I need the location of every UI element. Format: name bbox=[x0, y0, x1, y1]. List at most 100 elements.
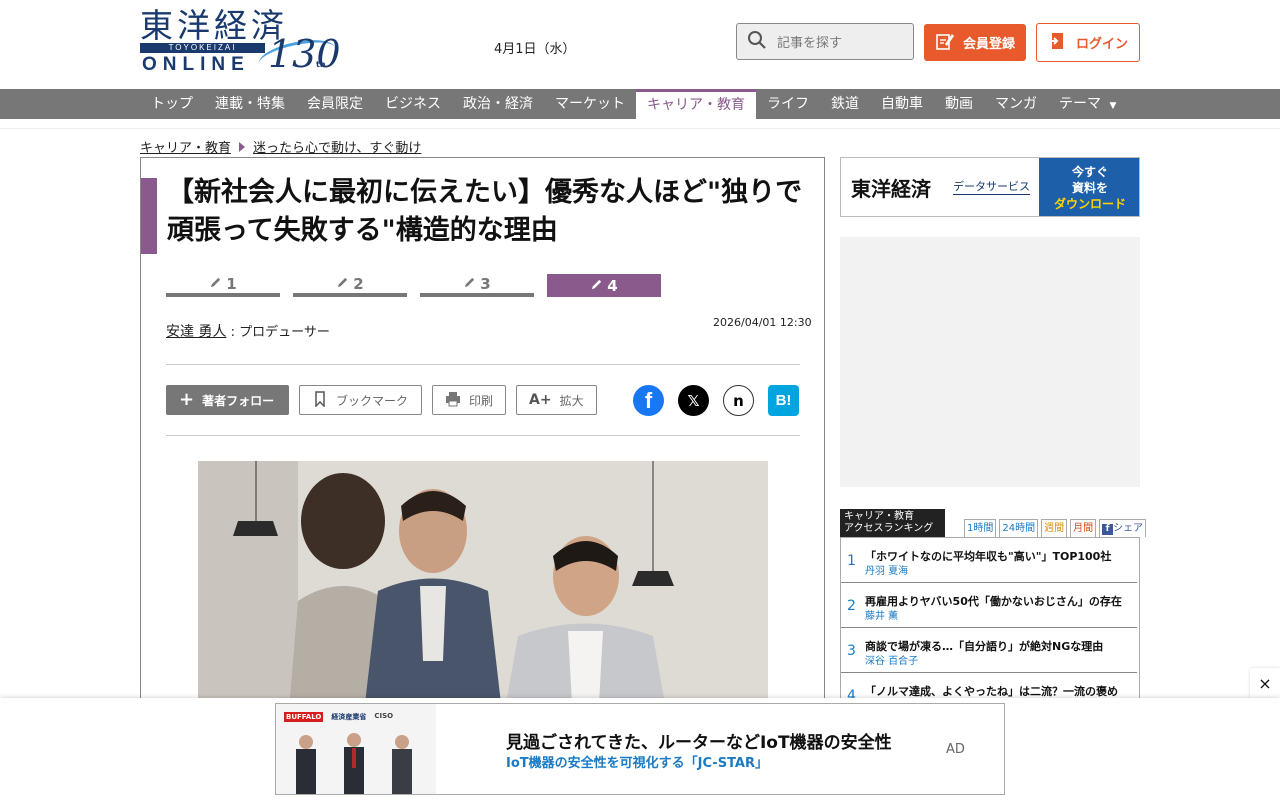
logo-anniversary-suffix: th bbox=[316, 60, 326, 69]
ad-subheadline: IoT機器の安全性を可視化する「JC-STAR」 bbox=[506, 756, 768, 771]
ranking-title: 再雇用よりヤバい50代「働かないおじさん」の存在 bbox=[865, 595, 1122, 608]
page-tabs: 1 2 3 4 bbox=[166, 274, 661, 297]
printer-icon bbox=[445, 391, 461, 410]
banner-cta-line1: 今すぐ bbox=[1071, 165, 1108, 179]
nav-item-railway[interactable]: 鉄道 bbox=[820, 89, 870, 119]
nav-item-career[interactable]: キャリア・教育 bbox=[636, 89, 756, 119]
nav-item-top[interactable]: トップ bbox=[140, 89, 204, 119]
page-tab-label: 4 bbox=[607, 276, 618, 295]
breadcrumb: キャリア・教育 迷ったら心で動け、すぐ動け bbox=[140, 137, 421, 156]
nav-item-life[interactable]: ライフ bbox=[756, 89, 820, 119]
ranking-number: 3 bbox=[847, 643, 856, 659]
zoom-button[interactable]: A+ 拡大 bbox=[516, 385, 597, 415]
article-title: 【新社会人に最初に伝えたい】優秀な人ほど"独りで頑張って失敗する"構造的な理由 bbox=[167, 177, 803, 246]
article-actions: + 著者フォロー ブックマーク 印刷 A+ 拡大 bbox=[166, 385, 597, 415]
ranking-tab-monthly[interactable]: 月間 bbox=[1070, 519, 1097, 537]
page-tab-1[interactable]: 1 bbox=[166, 274, 280, 297]
logo-strip: TOYOKEIZAI bbox=[140, 43, 265, 53]
follow-label: 著者フォロー bbox=[202, 393, 275, 408]
article-container: 【新社会人に最初に伝えたい】優秀な人ほど"独りで頑張って失敗する"構造的な理由 … bbox=[140, 157, 825, 717]
ranking-tab-share-label: シェア bbox=[1113, 523, 1144, 534]
nav-item-manga[interactable]: マンガ bbox=[984, 89, 1048, 119]
divider bbox=[166, 364, 800, 365]
nav-item-business[interactable]: ビジネス bbox=[374, 89, 452, 119]
print-label: 印刷 bbox=[469, 393, 494, 408]
register-button[interactable]: 会員登録 bbox=[924, 24, 1026, 61]
ad-image: BUFFALO 経済産業省 CISO bbox=[276, 704, 436, 794]
ranking-heading-line2: アクセスランキング bbox=[844, 523, 934, 534]
nav-item-video[interactable]: 動画 bbox=[934, 89, 984, 119]
site-header: 東洋経済 TOYOKEIZAI ONLINE 130 th 4月1日（水） 記事… bbox=[0, 0, 1280, 89]
bookmark-label: ブックマーク bbox=[336, 393, 409, 408]
ranking-author: 藤井 薫 bbox=[865, 611, 899, 622]
print-button[interactable]: 印刷 bbox=[432, 385, 507, 415]
author-name[interactable]: 安達 勇人 bbox=[166, 324, 226, 340]
hatena-bookmark-button[interactable]: B! bbox=[768, 385, 799, 416]
page-tab-2[interactable]: 2 bbox=[293, 274, 407, 297]
search-icon bbox=[747, 30, 767, 54]
ranking-tab-weekly[interactable]: 週間 bbox=[1041, 519, 1068, 537]
note-share-button[interactable]: n bbox=[723, 385, 754, 416]
facebook-icon: f bbox=[1102, 524, 1114, 535]
nav-item-politics[interactable]: 政治・経済 bbox=[452, 89, 544, 119]
banner-logo: 東洋経済 bbox=[851, 177, 931, 201]
bottom-ad[interactable]: BUFFALO 経済産業省 CISO 見過ごされてきた、ルーターなどIoT機器の… bbox=[275, 703, 1005, 795]
site-logo[interactable]: 東洋経済 TOYOKEIZAI ONLINE 130 th bbox=[140, 8, 341, 80]
ranking-item[interactable]: 3 商談で場が凍る…「自分語り」が絶対NGな理由 深谷 百合子 bbox=[841, 628, 1137, 673]
ranking-tab-24h[interactable]: 24時間 bbox=[999, 519, 1039, 537]
page-tab-4[interactable]: 4 bbox=[547, 274, 661, 297]
ad-headline: 見過ごされてきた、ルーターなどIoT機器の安全性 bbox=[506, 733, 892, 753]
pencil-icon bbox=[590, 277, 603, 295]
article-photo bbox=[198, 461, 768, 717]
ad-label: AD bbox=[946, 742, 965, 757]
nav-item-theme-label: テーマ bbox=[1059, 96, 1101, 112]
x-share-button[interactable]: 𝕏 bbox=[678, 385, 709, 416]
close-ad-button[interactable]: × bbox=[1250, 668, 1280, 698]
plus-icon: + bbox=[179, 389, 195, 410]
share-buttons: f 𝕏 n B! bbox=[633, 385, 799, 416]
nav-item-market[interactable]: マーケット bbox=[544, 89, 636, 119]
facebook-share-button[interactable]: f bbox=[633, 385, 664, 416]
logo-online: ONLINE bbox=[142, 54, 250, 75]
nav-item-theme[interactable]: テーマ ▼ bbox=[1048, 89, 1127, 119]
ranking-tab-1h[interactable]: 1時間 bbox=[964, 519, 997, 537]
ranking-list: 1 「ホワイトなのに平均年収も"高い"」TOP100社 丹羽 夏海 2 再雇用よ… bbox=[840, 537, 1140, 707]
ranking-author: 深谷 百合子 bbox=[865, 656, 919, 667]
bookmark-icon bbox=[312, 390, 328, 410]
page-tab-label: 3 bbox=[480, 274, 491, 293]
data-service-banner[interactable]: 東洋経済 データサービス 今すぐ 資料を ダウンロード bbox=[840, 157, 1140, 217]
ranking-item[interactable]: 1 「ホワイトなのに平均年収も"高い"」TOP100社 丹羽 夏海 bbox=[841, 538, 1137, 583]
caret-down-icon: ▼ bbox=[1109, 101, 1117, 111]
login-button[interactable]: ログイン bbox=[1036, 23, 1140, 62]
published-date: 2026/04/01 12:30 bbox=[713, 316, 812, 329]
ranking-heading: キャリア・教育 アクセスランキング bbox=[840, 509, 945, 537]
nav-item-auto[interactable]: 自動車 bbox=[870, 89, 934, 119]
ranking-title: 「ノルマ達成、よくやったね」は二流？一流の褒め bbox=[865, 685, 1118, 698]
follow-author-button[interactable]: + 著者フォロー bbox=[166, 385, 289, 415]
nav-divider bbox=[0, 119, 1280, 129]
search-input[interactable]: 記事を探す bbox=[736, 23, 914, 60]
title-accent-bar bbox=[141, 178, 157, 254]
ranking-tab-share[interactable]: f シェア bbox=[1099, 519, 1147, 537]
ranking-number: 2 bbox=[847, 598, 856, 614]
page-tab-3[interactable]: 3 bbox=[420, 274, 534, 297]
nav-item-series[interactable]: 連載・特集 bbox=[204, 89, 296, 119]
banner-cta-line3: ダウンロード bbox=[1053, 197, 1126, 211]
edit-icon bbox=[935, 31, 955, 55]
page-tab-label: 2 bbox=[353, 274, 364, 293]
main-nav: トップ 連載・特集 会員限定 ビジネス 政治・経済 マーケット キャリア・教育 … bbox=[0, 89, 1280, 119]
nav-item-members[interactable]: 会員限定 bbox=[296, 89, 374, 119]
breadcrumb-series[interactable]: 迷ったら心で動け、すぐ動け bbox=[253, 137, 421, 156]
ranking-tabs: 1時間 24時間 週間 月間 f シェア bbox=[964, 519, 1147, 537]
banner-subtitle: データサービス bbox=[953, 180, 1030, 195]
ranking-item[interactable]: 2 再雇用よりヤバい50代「働かないおじさん」の存在 藤井 薫 bbox=[841, 583, 1137, 628]
bottom-ad-bar: BUFFALO 経済産業省 CISO 見過ごされてきた、ルーターなどIoT機器の… bbox=[0, 698, 1280, 800]
search-placeholder: 記事を探す bbox=[777, 36, 843, 51]
text-enlarge-icon: A+ bbox=[529, 392, 552, 408]
divider bbox=[166, 435, 800, 436]
banner-cta: 今すぐ 資料を ダウンロード bbox=[1039, 158, 1139, 216]
login-label: ログイン bbox=[1075, 37, 1128, 52]
bookmark-button[interactable]: ブックマーク bbox=[299, 385, 422, 415]
author-line: 安達 勇人 : プロデューサー bbox=[166, 321, 330, 341]
breadcrumb-category[interactable]: キャリア・教育 bbox=[140, 137, 231, 156]
